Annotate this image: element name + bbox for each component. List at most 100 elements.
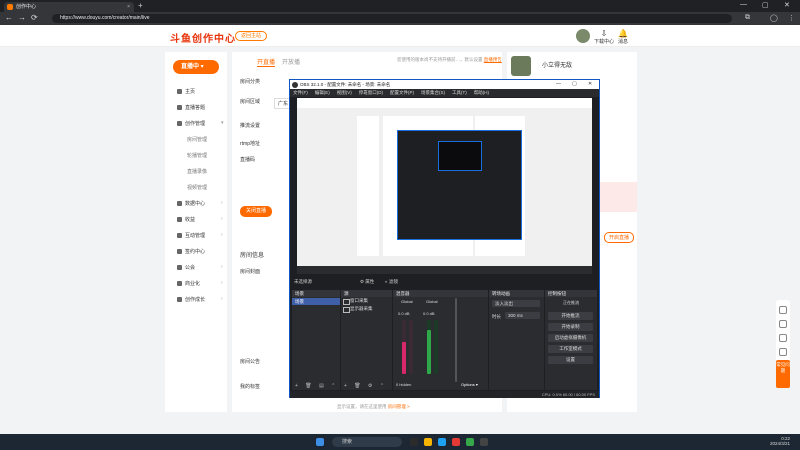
- studio-mode-button[interactable]: 工作室模式: [548, 345, 593, 353]
- tab-open-live[interactable]: 开放播: [282, 57, 300, 66]
- sidebar-item[interactable]: 轮播管理: [187, 152, 207, 159]
- new-tab-button[interactable]: +: [138, 1, 143, 10]
- site-logo[interactable]: 斗鱼创作中心: [170, 30, 236, 45]
- mixer-header: 混音器: [393, 290, 488, 297]
- sidebar-item[interactable]: 商业化 ›: [177, 280, 223, 287]
- edge-taskbar-icon[interactable]: [438, 438, 446, 446]
- app2-taskbar-icon[interactable]: [480, 438, 488, 446]
- room-info-title: 房间信息: [240, 253, 265, 259]
- sidebar-item[interactable]: 创作成长 ›: [177, 296, 223, 303]
- obs-taskbar-icon[interactable]: [410, 438, 418, 446]
- explorer-taskbar-icon[interactable]: [424, 438, 432, 446]
- faq-badge[interactable]: 常见问题: [776, 360, 790, 388]
- sidebar-item[interactable]: 签约中心: [177, 248, 205, 255]
- clock-icon[interactable]: [779, 320, 787, 328]
- stream-status-text: 正在推流: [563, 300, 579, 305]
- tab-close-icon[interactable]: ×: [127, 2, 130, 12]
- transition-select[interactable]: 淡入淡出: [492, 300, 540, 307]
- obs-menu-item[interactable]: 编辑(E): [315, 90, 330, 95]
- sidebar-item-label: 公会: [185, 265, 196, 271]
- obs-preview[interactable]: [297, 98, 592, 266]
- chat-icon[interactable]: [779, 306, 787, 314]
- start-recording-button[interactable]: 开始录制: [548, 323, 593, 331]
- sidebar-item[interactable]: 公会 ›: [177, 264, 223, 271]
- obs-menu-item[interactable]: 工具(T): [452, 90, 467, 95]
- notice-link[interactable]: 直播预告: [484, 57, 502, 62]
- browser-tab[interactable]: 创作中心 ×: [4, 2, 134, 12]
- mixer-options-button[interactable]: Options ▾: [461, 382, 478, 387]
- filters-tab[interactable]: ◐ 滤镜: [385, 279, 398, 285]
- scene-item[interactable]: 场景: [292, 298, 340, 305]
- sidebar-item[interactable]: 房间管理: [187, 136, 207, 143]
- streamer-avatar[interactable]: [511, 56, 531, 76]
- back-to-main-site-button[interactable]: 返回主站: [235, 31, 268, 41]
- obs-minimize-button[interactable]: —: [556, 80, 561, 89]
- profile-icon[interactable]: ◯: [770, 14, 778, 22]
- mixer-meter-1: [402, 342, 406, 374]
- messages-link[interactable]: 🔔 消息: [618, 29, 628, 45]
- obs-menu-item[interactable]: 文件(F): [293, 90, 308, 95]
- controls-dock: 控制按钮 正在推流 开始推流 开始录制 启动虚拟摄像机 工作室模式 设置: [545, 290, 597, 390]
- app-taskbar-icon[interactable]: [466, 438, 474, 446]
- obs-maximize-button[interactable]: ▢: [572, 80, 577, 89]
- start-icon[interactable]: [316, 438, 324, 446]
- obs-logo-icon: [292, 81, 298, 88]
- feedback-icon[interactable]: [779, 348, 787, 356]
- download-center-link[interactable]: ⇩ 下载中心: [594, 29, 614, 45]
- settings-button[interactable]: 设置: [548, 356, 593, 364]
- sidebar-item[interactable]: 数据中心 ›: [177, 200, 223, 207]
- sidebar-item[interactable]: 主页: [177, 88, 195, 95]
- sidebar-item[interactable]: 创作管理 ▾: [177, 120, 224, 127]
- properties-tab[interactable]: ⚙ 属性: [360, 279, 374, 285]
- duration-input[interactable]: 300 ms: [505, 312, 540, 319]
- obs-menu-item[interactable]: 场景集合(S): [421, 90, 445, 95]
- sidebar-item-icon: [177, 89, 182, 95]
- source-item[interactable]: 显示器采集: [341, 305, 392, 313]
- user-avatar[interactable]: [576, 29, 590, 43]
- start-streaming-button[interactable]: 开始推流: [548, 312, 593, 320]
- tab-go-live[interactable]: 开直播: [257, 57, 276, 67]
- sidebar-item[interactable]: 视频管理: [187, 184, 207, 191]
- source-item[interactable]: 窗口采集: [341, 297, 392, 305]
- obs-menu-item[interactable]: 帮助(H): [474, 90, 489, 95]
- sidebar-item-icon: [177, 201, 182, 207]
- room-manage-link[interactable]: 房间管理 >: [388, 404, 410, 409]
- sidebar-item-label: 数据中心: [185, 201, 206, 207]
- scenes-footer-controls[interactable]: + 🗑 ▤ ⌃ ⌄: [292, 382, 340, 397]
- close-live-button[interactable]: 关闭直播: [240, 206, 273, 217]
- forward-button[interactable]: →: [18, 13, 26, 22]
- live-status-button[interactable]: 直播中 ▾: [173, 60, 219, 74]
- sources-footer-controls[interactable]: + 🗑 ⚙ ⌃ ⌄: [341, 382, 392, 397]
- obs-status-bar: CPU: 0.0% 60.00 / 60.00 FPS: [290, 391, 599, 398]
- system-clock[interactable]: 0:22 2024/3/21: [770, 436, 790, 446]
- back-button[interactable]: ←: [5, 13, 13, 22]
- open-live-button[interactable]: 开启直播: [604, 232, 635, 243]
- scenes-dock: 场景 场景 + 🗑 ▤ ⌃ ⌄: [292, 290, 340, 397]
- obs-menu-item[interactable]: 配置文件(P): [390, 90, 414, 95]
- room-area-label: 房间区域: [240, 99, 261, 105]
- scenes-header: 场景: [292, 290, 340, 297]
- sidebar-item[interactable]: 直播录像: [187, 168, 207, 175]
- headset-icon[interactable]: [779, 334, 787, 342]
- sidebar-item[interactable]: 互动管理 ›: [177, 232, 223, 239]
- sidebar-item[interactable]: 收益 ›: [177, 216, 223, 223]
- menu-icon[interactable]: ⋮: [788, 14, 795, 22]
- reload-button[interactable]: ⟳: [31, 13, 38, 22]
- minimize-button[interactable]: —: [740, 1, 747, 8]
- obs-titlebar: OBS 32.1.0 - 配置文件: 未命名 - 场景: 未命名 — ▢ ✕: [290, 80, 599, 89]
- chrome-taskbar-icon[interactable]: [452, 438, 460, 446]
- extensions-icon[interactable]: ⧉: [745, 14, 750, 22]
- sidebar-item-label: 轮播管理: [187, 153, 208, 159]
- taskbar-search[interactable]: 搜索: [332, 437, 402, 447]
- virtual-camera-button[interactable]: 启动虚拟摄像机: [548, 334, 593, 342]
- obs-menu-item[interactable]: 停靠窗口(D): [359, 90, 383, 95]
- push-settings-title: 推流设置: [240, 123, 261, 129]
- obs-close-button[interactable]: ✕: [588, 80, 592, 89]
- sidebar-item[interactable]: 直播答题: [177, 104, 205, 111]
- mixer-scrollbar[interactable]: [455, 298, 457, 382]
- obs-menu-item[interactable]: 视图(V): [337, 90, 352, 95]
- sidebar-item-label: 房间管理: [187, 137, 208, 143]
- close-window-button[interactable]: ✕: [784, 1, 790, 9]
- url-input[interactable]: https://www.douyu.com/creator/main/live: [52, 14, 732, 23]
- maximize-button[interactable]: ▢: [762, 1, 769, 9]
